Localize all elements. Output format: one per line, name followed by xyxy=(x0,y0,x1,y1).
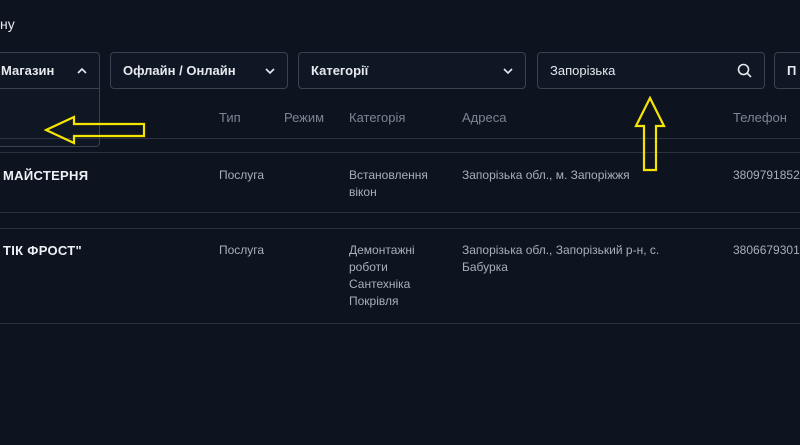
shop-filter-label: Магазин xyxy=(1,63,55,78)
business-name[interactable]: МАЙСТЕРНЯ xyxy=(3,167,88,184)
type-cell: Послуга xyxy=(219,243,265,257)
chevron-down-icon xyxy=(503,68,513,75)
category-line: Демонтажні xyxy=(349,243,415,257)
category-line: роботи xyxy=(349,260,388,274)
extra-filter-label: П xyxy=(787,63,797,78)
address-cell: Запорізька обл., Запорізький р-н, с. Баб… xyxy=(462,242,692,276)
divider xyxy=(0,323,800,324)
divider xyxy=(0,228,800,229)
category-filter-label: Категорії xyxy=(311,63,369,78)
mode-filter-label: Офлайн / Онлайн xyxy=(123,63,236,78)
category-line: Сантехніка xyxy=(349,277,411,291)
annotation-arrow-up-icon xyxy=(634,96,666,172)
table-row[interactable]: МАЙСТЕРНЯ Послуга Встановлення вікон Зап… xyxy=(0,167,800,212)
category-filter-dropdown[interactable]: Категорії xyxy=(298,52,526,89)
category-line: вікон xyxy=(349,185,377,199)
address-line: Бабурка xyxy=(462,260,508,274)
category-cell: Демонтажні роботи Сантехніка Покрівля xyxy=(349,242,449,310)
phone-cell: 38066793010 xyxy=(733,243,800,257)
shop-filter-dropdown[interactable]: Магазин xyxy=(0,52,100,89)
table-row[interactable]: ТІК ФРОСТ" Послуга Демонтажні роботи Сан… xyxy=(0,242,800,322)
search-input[interactable]: Запорізька xyxy=(537,52,765,89)
phone-cell: 38097918525 xyxy=(733,168,800,182)
divider xyxy=(0,152,800,153)
column-header-type: Тип xyxy=(219,110,241,125)
column-header-phone: Телефон xyxy=(733,110,787,125)
category-line: Покрівля xyxy=(349,294,399,308)
column-header-mode: Режим xyxy=(284,110,325,125)
chevron-down-icon xyxy=(265,68,275,75)
column-header-category: Категорія xyxy=(349,110,406,125)
category-cell: Встановлення вікон xyxy=(349,167,449,201)
search-input-value: Запорізька xyxy=(550,63,616,78)
extra-filter-button[interactable]: П xyxy=(774,52,800,89)
type-cell: Послуга xyxy=(219,168,265,182)
divider xyxy=(0,212,800,213)
mode-filter-dropdown[interactable]: Офлайн / Онлайн xyxy=(110,52,288,89)
page-title: ну xyxy=(0,16,15,32)
search-icon[interactable] xyxy=(737,63,752,78)
address-line: Запорізька обл., Запорізький р-н, с. xyxy=(462,243,660,257)
chevron-up-icon xyxy=(77,67,87,74)
annotation-arrow-left-icon xyxy=(44,115,146,145)
business-name[interactable]: ТІК ФРОСТ" xyxy=(3,242,82,259)
column-header-address: Адреса xyxy=(462,110,507,125)
page: ну Магазин Офлайн / Онлайн Категорії Зап… xyxy=(0,0,800,445)
category-line: Встановлення xyxy=(349,168,428,182)
